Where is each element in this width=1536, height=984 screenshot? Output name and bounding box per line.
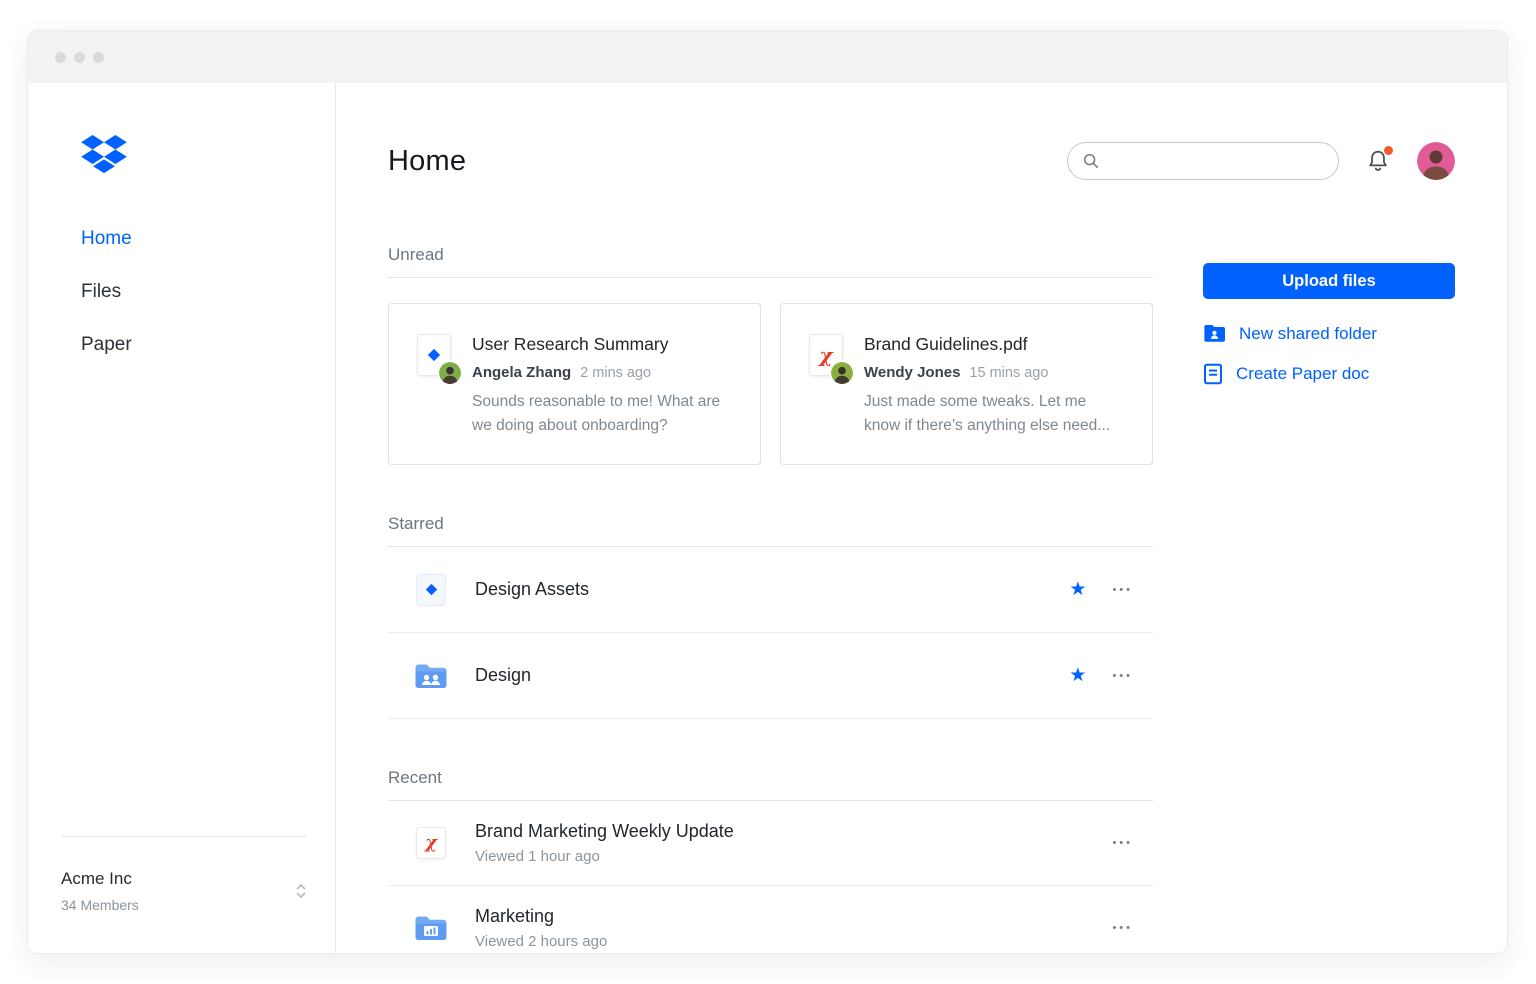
card-title: Brand Guidelines.pdf [864, 334, 1126, 355]
header-actions [1067, 142, 1455, 180]
page-header: Home [388, 141, 1455, 181]
section-recent: Recent χ Brand Marketing Weekly Update [388, 768, 1153, 953]
folder-name: Design [475, 665, 531, 686]
window-control-dot[interactable] [55, 52, 66, 63]
chevron-up-down-icon [295, 882, 307, 900]
card-file-icon: χ [809, 334, 845, 386]
section-starred: Starred Design Assets ★ [388, 514, 1153, 719]
actions-rail: Upload files New sha [1203, 245, 1455, 953]
new-shared-folder-icon [1203, 323, 1226, 344]
sidebar: Home Files Paper Acme Inc 34 Members [28, 83, 336, 953]
shared-folder-icon [414, 662, 448, 690]
card-comment: Sounds reasonable to me! What are we doi… [472, 390, 734, 438]
viewed-timestamp: Viewed 2 hours ago [475, 933, 607, 950]
unread-card[interactable]: χ [780, 303, 1153, 465]
card-comment: Just made some tweaks. Let me know if th… [864, 390, 1126, 438]
star-icon[interactable]: ★ [1069, 666, 1086, 685]
feed-column: Unread [388, 245, 1153, 953]
content-row: Unread [388, 245, 1455, 953]
card-file-icon [417, 334, 453, 386]
window-control-dot[interactable] [93, 52, 104, 63]
card-content: User Research Summary Angela Zhang 2 min… [472, 334, 734, 438]
section-unread: Unread [388, 245, 1153, 465]
dropbox-file-icon [416, 574, 446, 606]
recent-row[interactable]: Marketing Viewed 2 hours ago ••• [388, 886, 1153, 953]
notification-badge [1384, 146, 1393, 155]
row-actions: ★ ••• [1069, 580, 1153, 599]
starred-row[interactable]: Design Assets ★ ••• [388, 547, 1153, 633]
divider [388, 277, 1153, 278]
window-body: Home Files Paper Acme Inc 34 Members [28, 83, 1507, 953]
viewed-timestamp: Viewed 1 hour ago [475, 848, 734, 865]
page: Home Files Paper Acme Inc 34 Members [0, 0, 1536, 984]
upload-files-button[interactable]: Upload files [1203, 263, 1455, 299]
user-avatar[interactable] [1417, 142, 1455, 180]
card-meta: Wendy Jones 15 mins ago [864, 364, 1126, 381]
app-window: Home Files Paper Acme Inc 34 Members [27, 30, 1508, 954]
card-title: User Research Summary [472, 334, 734, 355]
acrobat-glyph-icon: χ [819, 345, 832, 365]
file-name: Brand Marketing Weekly Update [475, 821, 734, 842]
card-author: Wendy Jones [864, 364, 960, 381]
window-titlebar [28, 31, 1507, 83]
rail-links: New shared folder [1203, 323, 1455, 385]
notifications-button[interactable] [1365, 148, 1391, 174]
window-control-dot[interactable] [74, 52, 85, 63]
section-label: Recent [388, 768, 1153, 788]
team-selector[interactable]: Acme Inc 34 Members [61, 836, 307, 953]
new-shared-folder-link[interactable]: New shared folder [1203, 323, 1455, 344]
recent-row[interactable]: χ Brand Marketing Weekly Update Viewed 1… [388, 801, 1153, 886]
row-actions: ••• [1112, 922, 1153, 934]
more-options-button[interactable]: ••• [1112, 837, 1133, 849]
star-icon[interactable]: ★ [1069, 580, 1086, 599]
unread-cards: User Research Summary Angela Zhang 2 min… [388, 303, 1153, 465]
file-name: Design Assets [475, 579, 589, 600]
paper-doc-icon [1203, 363, 1223, 385]
folder-chart-icon [414, 914, 448, 942]
acrobat-glyph-icon: χ [425, 834, 437, 852]
create-paper-doc-link[interactable]: Create Paper doc [1203, 363, 1455, 385]
sidebar-item-home[interactable]: Home [81, 228, 132, 250]
main-content: Home [336, 83, 1507, 953]
team-name: Acme Inc [61, 869, 139, 889]
row-actions: ★ ••• [1069, 666, 1153, 685]
search-input[interactable] [1109, 153, 1324, 170]
page-title: Home [388, 145, 466, 178]
starred-row[interactable]: Design ★ ••• [388, 633, 1153, 719]
sidebar-item-paper[interactable]: Paper [81, 334, 132, 356]
more-options-button[interactable]: ••• [1112, 922, 1133, 934]
dropbox-logo-icon[interactable] [81, 135, 127, 180]
team-switcher-button[interactable] [295, 882, 307, 900]
more-options-button[interactable]: ••• [1112, 670, 1133, 682]
unread-card[interactable]: User Research Summary Angela Zhang 2 min… [388, 303, 761, 465]
row-text: Marketing Viewed 2 hours ago [475, 906, 607, 950]
section-label: Starred [388, 514, 1153, 534]
sidebar-nav: Home Files Paper [81, 228, 335, 356]
author-avatar [829, 360, 855, 386]
section-label: Unread [388, 245, 1153, 265]
more-options-button[interactable]: ••• [1112, 584, 1133, 596]
card-timestamp: 2 mins ago [580, 365, 651, 381]
search-icon [1082, 152, 1100, 170]
team-members-count: 34 Members [61, 897, 139, 913]
card-meta: Angela Zhang 2 mins ago [472, 364, 734, 381]
row-actions: ••• [1112, 837, 1153, 849]
row-text: Brand Marketing Weekly Update Viewed 1 h… [475, 821, 734, 865]
pdf-file-icon: χ [416, 827, 446, 859]
author-avatar [437, 360, 463, 386]
card-author: Angela Zhang [472, 364, 571, 381]
team-info: Acme Inc 34 Members [61, 869, 139, 913]
folder-name: Marketing [475, 906, 607, 927]
card-timestamp: 15 mins ago [969, 365, 1048, 381]
sidebar-item-files[interactable]: Files [81, 281, 121, 303]
rail-link-label: New shared folder [1239, 324, 1377, 344]
card-content: Brand Guidelines.pdf Wendy Jones 15 mins… [864, 334, 1126, 438]
search-box[interactable] [1067, 142, 1339, 180]
rail-link-label: Create Paper doc [1236, 364, 1369, 384]
